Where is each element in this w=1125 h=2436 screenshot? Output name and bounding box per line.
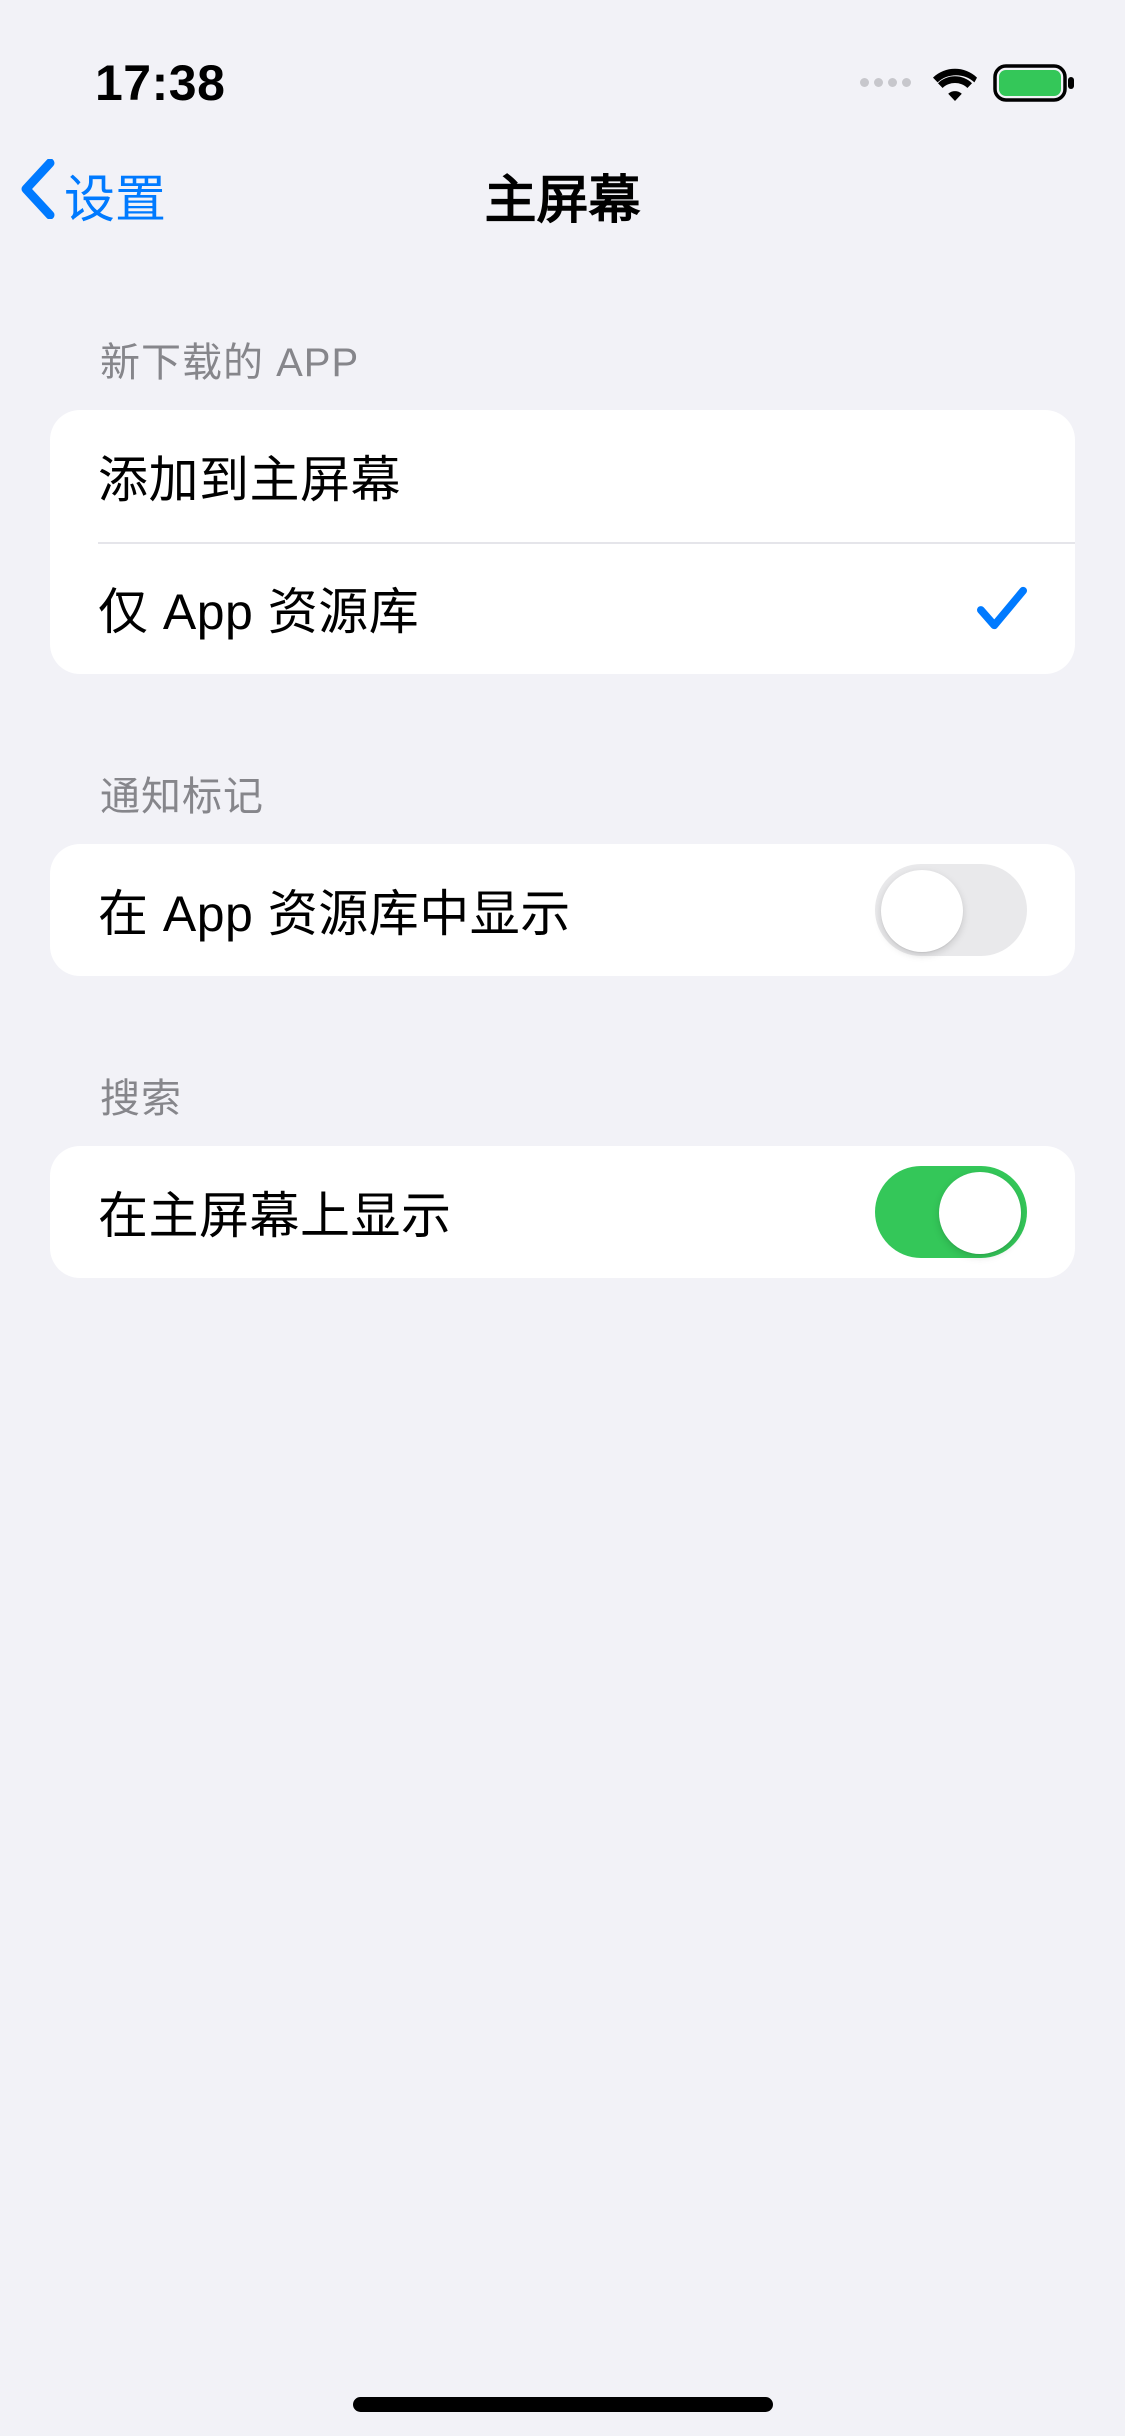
status-bar: 17:38 bbox=[0, 0, 1125, 130]
home-indicator[interactable] bbox=[353, 2397, 773, 2412]
option-add-to-home-label: 添加到主屏幕 bbox=[98, 440, 401, 512]
toggle-show-in-library[interactable] bbox=[875, 864, 1027, 956]
section-header-search: 搜索 bbox=[50, 1066, 1075, 1146]
option-app-library-only-label: 仅 App 资源库 bbox=[98, 572, 419, 644]
page-title: 主屏幕 bbox=[484, 158, 640, 233]
status-time: 17:38 bbox=[95, 54, 225, 112]
nav-bar: 设置 主屏幕 bbox=[0, 130, 1125, 260]
section-search: 搜索 在主屏幕上显示 bbox=[50, 1066, 1075, 1278]
section-header-new-apps: 新下载的 APP bbox=[50, 330, 1075, 410]
checkmark-icon bbox=[977, 584, 1027, 632]
section-badges: 通知标记 在 App 资源库中显示 bbox=[50, 764, 1075, 976]
battery-icon bbox=[993, 63, 1075, 103]
back-label: 设置 bbox=[64, 158, 166, 232]
chevron-left-icon bbox=[20, 159, 56, 231]
back-button[interactable]: 设置 bbox=[20, 158, 166, 232]
option-add-to-home[interactable]: 添加到主屏幕 bbox=[50, 410, 1075, 542]
show-on-home-label: 在主屏幕上显示 bbox=[98, 1176, 452, 1248]
wifi-icon bbox=[931, 65, 979, 101]
section-header-badges: 通知标记 bbox=[50, 764, 1075, 844]
signal-dots-icon bbox=[860, 78, 911, 87]
status-indicators bbox=[860, 63, 1075, 103]
section-new-apps: 新下载的 APP 添加到主屏幕 仅 App 资源库 bbox=[50, 330, 1075, 674]
show-in-library-label: 在 App 资源库中显示 bbox=[98, 874, 571, 946]
option-app-library-only[interactable]: 仅 App 资源库 bbox=[50, 542, 1075, 674]
row-show-in-library: 在 App 资源库中显示 bbox=[50, 844, 1075, 976]
toggle-show-on-home[interactable] bbox=[875, 1166, 1027, 1258]
row-show-on-home: 在主屏幕上显示 bbox=[50, 1146, 1075, 1278]
